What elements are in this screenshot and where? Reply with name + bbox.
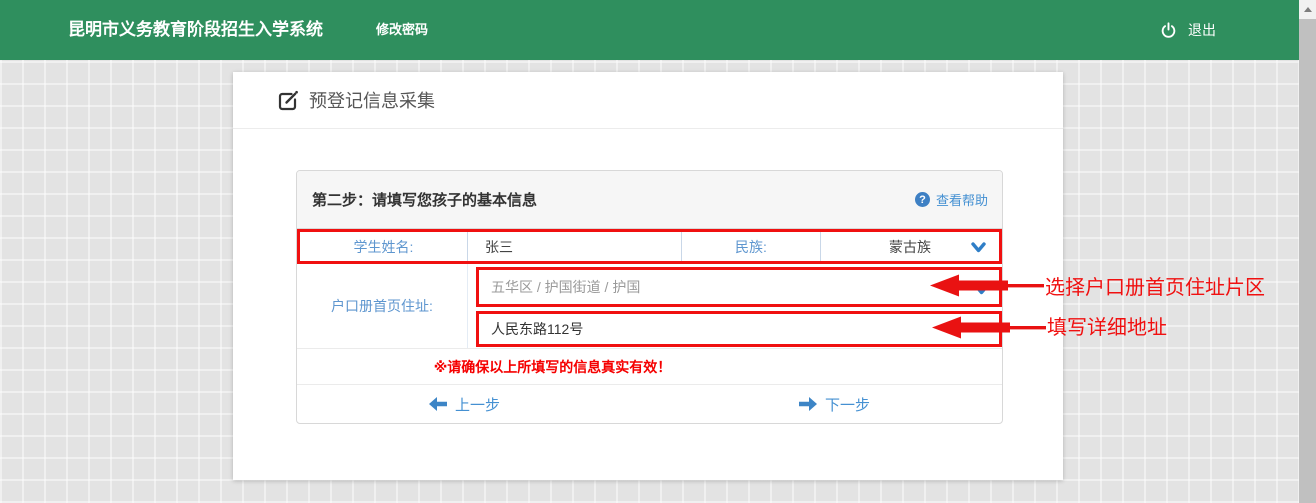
ethnicity-value: 蒙古族	[889, 237, 931, 257]
district-cascader-select[interactable]: 五华区 / 护国街道 / 护国	[476, 267, 1002, 307]
ethnicity-label: 民族:	[682, 232, 821, 261]
validity-notice: ※请确保以上所填写的信息真实有效！	[297, 348, 1002, 384]
chevron-down-icon	[974, 283, 989, 299]
app-header: 昆明市义务教育阶段招生入学系统 修改密码 退出	[0, 0, 1316, 60]
next-step-button[interactable]: 下一步	[799, 394, 870, 415]
detail-annotation-note: 填写详细地址	[1047, 317, 1167, 339]
district-path-value: 五华区 / 护国街道 / 护国	[491, 277, 640, 297]
ethnicity-select[interactable]: 蒙古族	[821, 232, 999, 261]
view-help-link[interactable]: ? 查看帮助	[915, 190, 988, 209]
student-name-label: 学生姓名:	[300, 232, 468, 261]
household-address-fields: 五华区 / 护国街道 / 护国	[468, 264, 1002, 348]
prev-step-button[interactable]: 上一步	[429, 394, 500, 415]
chevron-down-icon	[971, 241, 986, 257]
app-title: 昆明市义务教育阶段招生入学系统	[68, 0, 323, 60]
scrollbar-thumb[interactable]	[1299, 19, 1316, 503]
panel-header: 第二步：请填写您孩子的基本信息 ? 查看帮助	[297, 171, 1002, 229]
student-name-cell	[468, 232, 682, 261]
arrow-right-icon	[799, 397, 817, 411]
student-name-input[interactable]	[485, 239, 681, 255]
arrow-left-icon	[429, 397, 447, 411]
question-circle-icon: ?	[915, 192, 930, 207]
view-help-label: 查看帮助	[936, 190, 988, 209]
next-step-label: 下一步	[825, 394, 870, 415]
household-address-label: 户口册首页住址:	[297, 264, 468, 348]
card-title-bar: 预登记信息采集	[233, 72, 1063, 129]
district-annotation-note: 选择户口册首页住址片区	[1045, 277, 1265, 299]
change-password-link[interactable]: 修改密码	[376, 0, 428, 60]
scrollbar-up-icon	[1304, 7, 1312, 12]
logout-label: 退出	[1188, 20, 1216, 40]
detail-address-input[interactable]	[491, 321, 999, 337]
step-nav-footer: 上一步 下一步	[297, 384, 1002, 423]
basic-info-row: 学生姓名: 民族: 蒙古族	[297, 229, 1002, 264]
household-address-row: 户口册首页住址: 五华区 / 护国街道 / 护国	[297, 264, 1002, 348]
logout-button[interactable]: 退出	[1160, 0, 1216, 60]
step-form-panel: 第二步：请填写您孩子的基本信息 ? 查看帮助 学生姓名: 民族: 蒙古族	[296, 170, 1003, 424]
vertical-scrollbar[interactable]	[1299, 0, 1316, 503]
power-icon	[1160, 22, 1177, 39]
detail-address-cell	[476, 311, 1002, 347]
prev-step-label: 上一步	[455, 394, 500, 415]
edit-icon	[277, 90, 298, 111]
card-title-text: 预登记信息采集	[309, 87, 435, 113]
step-title: 第二步：请填写您孩子的基本信息	[312, 189, 537, 210]
pre-registration-card: 预登记信息采集 第二步：请填写您孩子的基本信息 ? 查看帮助 学生姓名: 民族:…	[233, 72, 1063, 480]
